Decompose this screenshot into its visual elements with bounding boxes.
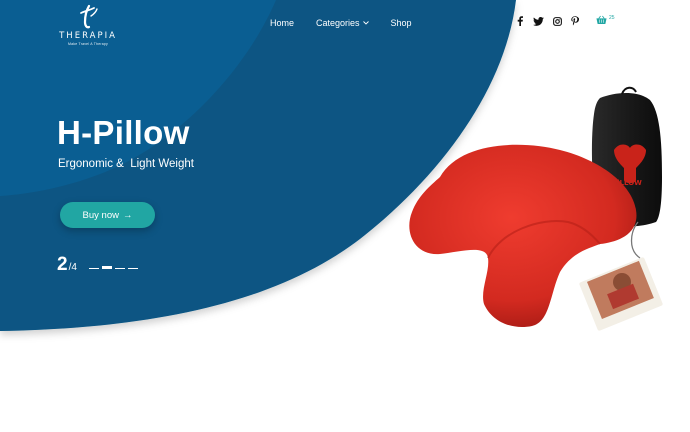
- slide-counter: 2 /4: [57, 254, 77, 276]
- slide-current-number: 2: [57, 254, 68, 275]
- chevron-down-icon: [362, 21, 369, 25]
- main-nav: Home Categories Shop: [270, 18, 434, 28]
- brand-name: THERAPIA: [59, 31, 117, 41]
- slide-indicator-4[interactable]: [128, 268, 138, 269]
- facebook-icon[interactable]: [516, 16, 524, 26]
- cart-button[interactable]: 25: [596, 15, 615, 25]
- slide-indicator-1[interactable]: [89, 268, 99, 269]
- product-image: PiLLOW: [409, 86, 663, 331]
- hero-subtitle: Ergonomic & Light Weight: [58, 158, 194, 170]
- basket-icon: [596, 15, 607, 25]
- instagram-icon[interactable]: [553, 16, 562, 26]
- social-links: [516, 16, 579, 26]
- twitter-icon[interactable]: [533, 16, 544, 26]
- brand-logo[interactable]: THERAPIA Make Travel A Therapy: [56, 4, 120, 46]
- nav-categories[interactable]: Categories: [316, 18, 369, 28]
- slide-indicator-2[interactable]: [102, 266, 112, 269]
- therapia-logo-icon: [80, 4, 98, 29]
- pinterest-icon[interactable]: [571, 16, 579, 26]
- buy-now-button[interactable]: Buy now →: [60, 202, 155, 228]
- nav-shop-label: Shop: [390, 18, 412, 28]
- brand-tagline: Make Travel A Therapy: [68, 42, 108, 46]
- nav-home[interactable]: Home: [270, 18, 294, 28]
- cart-count-badge: 25: [609, 15, 615, 21]
- nav-categories-label: Categories: [316, 18, 360, 28]
- hero-title: H-Pillow: [57, 114, 190, 151]
- arrow-right-icon: →: [122, 209, 133, 221]
- buy-now-label: Buy now: [82, 209, 119, 221]
- slide-indicator-3[interactable]: [115, 268, 125, 269]
- slide-total-number: /4: [68, 262, 77, 273]
- nav-home-label: Home: [270, 18, 295, 28]
- slide-indicators: [89, 266, 138, 269]
- nav-shop[interactable]: Shop: [391, 18, 412, 28]
